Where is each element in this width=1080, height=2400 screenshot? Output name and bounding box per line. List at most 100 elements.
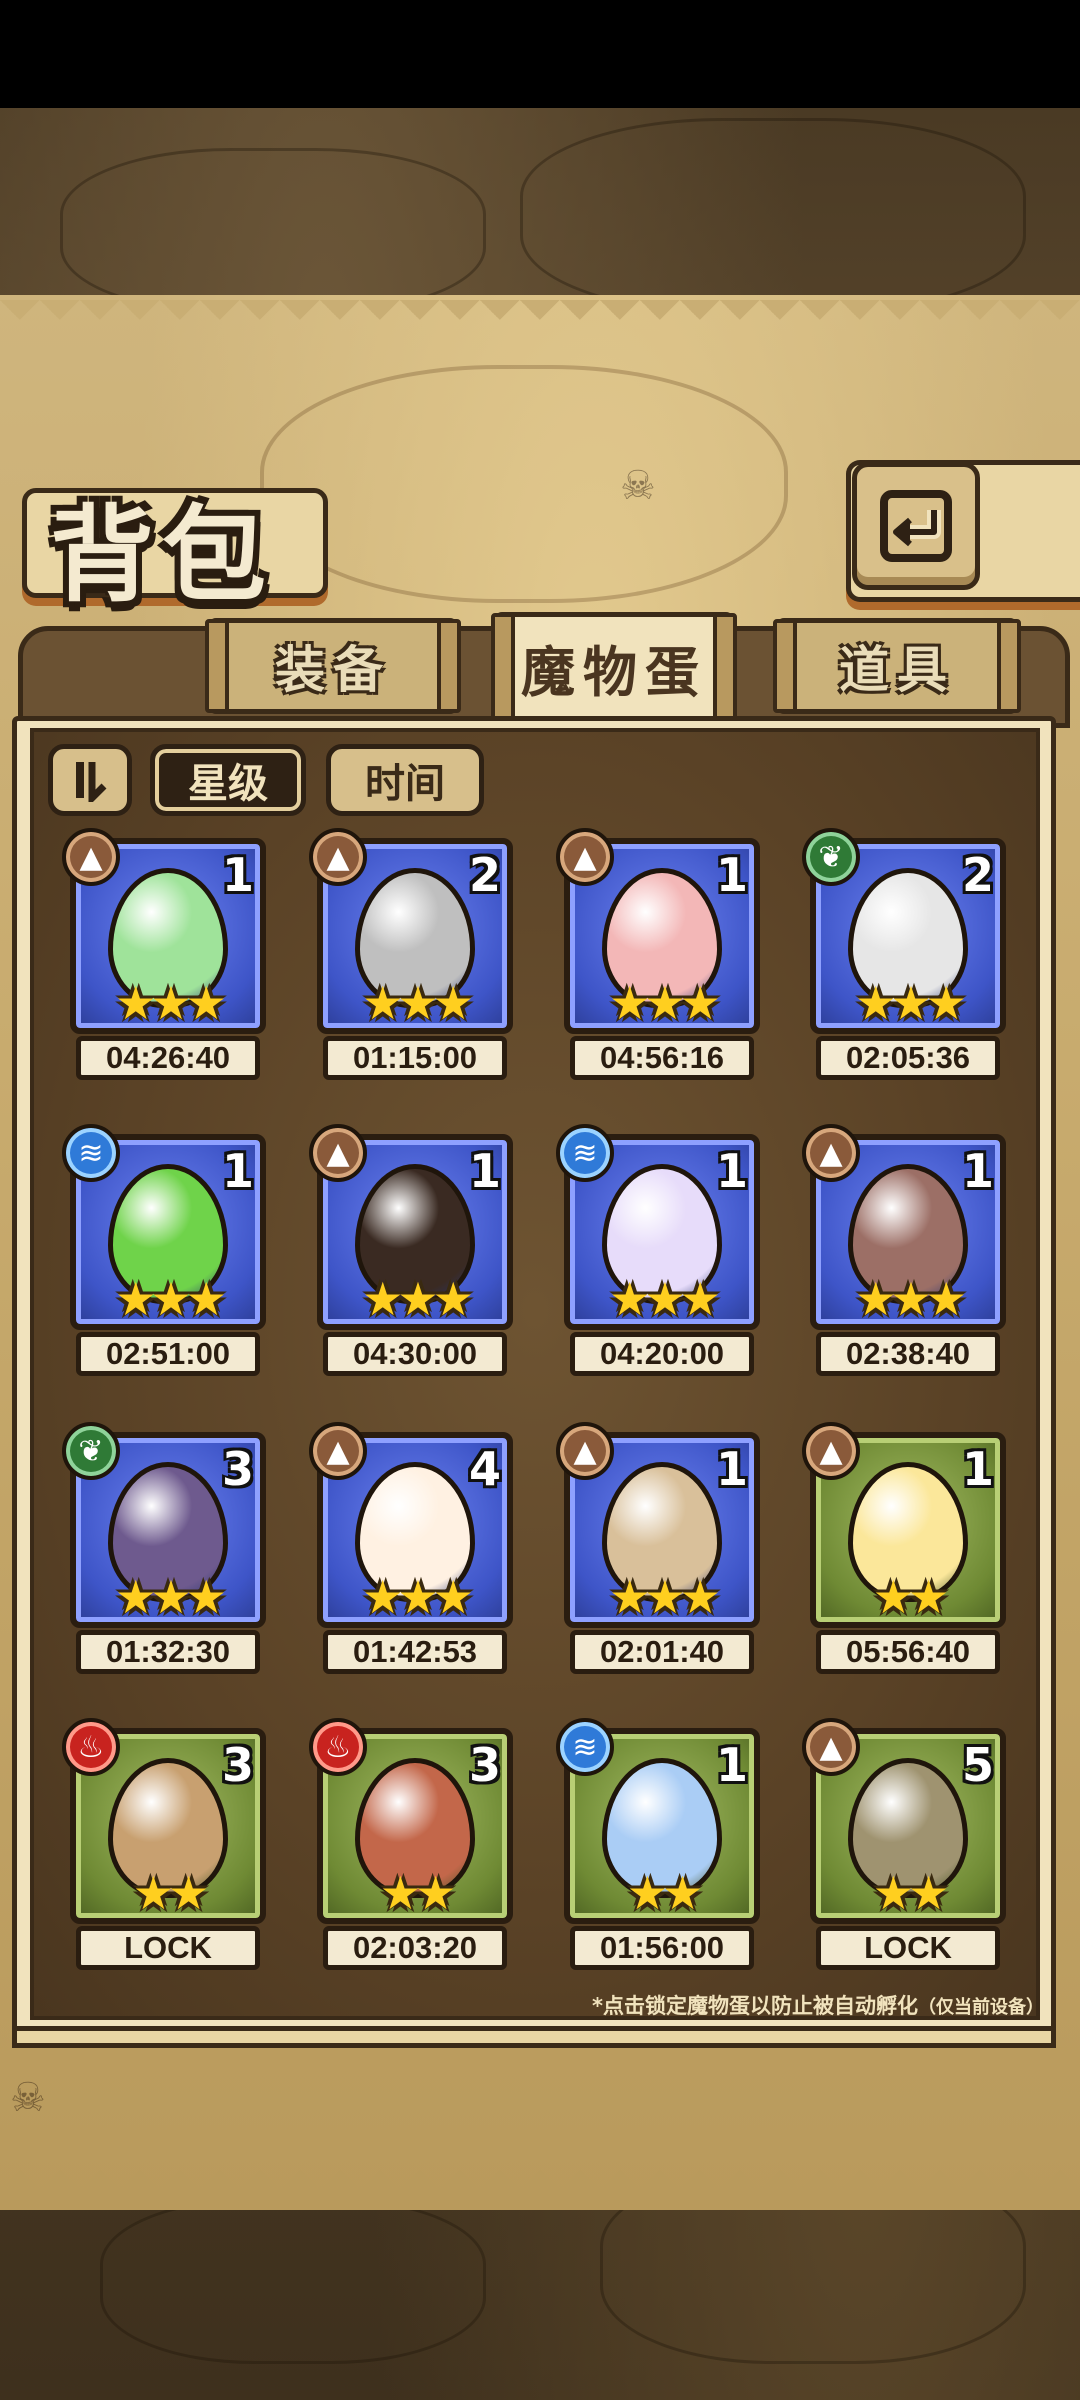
tab-label: 魔物蛋	[521, 640, 707, 704]
hatch-timer: 04:56:16	[570, 1036, 754, 1080]
egg-card[interactable]: ▲ 5 ★★ LOCK	[802, 1718, 1006, 1970]
star-icon: ★	[432, 1570, 474, 1624]
water-element-icon: ≋	[62, 1124, 120, 1182]
hatch-timer: 04:30:00	[323, 1332, 507, 1376]
hatch-timer: 02:05:36	[816, 1036, 1000, 1080]
egg-card[interactable]: ≋ 1 ★★★ 02:51:00	[62, 1124, 266, 1376]
earth-element-icon: ▲	[556, 1422, 614, 1480]
egg-card[interactable]: ▲ 1 ★★★ 04:56:16	[556, 828, 760, 1080]
star-rating: ★★★	[317, 1570, 513, 1624]
panel-top-edge	[0, 300, 1080, 336]
star-rating: ★★	[564, 1866, 760, 1920]
hatch-timer: 02:01:40	[570, 1630, 754, 1674]
egg-count: 1	[221, 848, 254, 902]
earth-element-icon: ▲	[309, 1422, 367, 1480]
egg-card[interactable]: ▲ 1 ★★★ 04:26:40	[62, 828, 266, 1080]
egg-card[interactable]: ♨ 3 ★★ LOCK	[62, 1718, 266, 1970]
egg-count: 3	[221, 1738, 254, 1792]
water-element-icon: ≋	[556, 1124, 614, 1182]
star-icon: ★	[150, 976, 191, 1030]
back-button[interactable]	[852, 462, 980, 590]
egg-count: 1	[715, 848, 748, 902]
earth-element-icon: ▲	[556, 828, 614, 886]
hatch-timer: 01:56:00	[570, 1926, 754, 1970]
star-rating: ★★★	[70, 1570, 266, 1624]
star-icon: ★	[362, 1272, 403, 1326]
earth-element-icon: ▲	[62, 828, 120, 886]
star-rating: ★★★	[70, 976, 266, 1030]
egg-card[interactable]: ≋ 1 ★★ 01:56:00	[556, 1718, 760, 1970]
star-rating: ★★★	[564, 1570, 760, 1624]
star-icon: ★	[679, 976, 721, 1030]
earth-element-icon: ▲	[802, 1422, 860, 1480]
star-rating: ★★★	[810, 976, 1006, 1030]
star-icon: ★	[890, 1272, 931, 1326]
egg-card[interactable]: ▲ 4 ★★★ 01:42:53	[309, 1422, 513, 1674]
hatch-timer: LOCK	[816, 1926, 1000, 1970]
earth-element-icon: ▲	[802, 1124, 860, 1182]
star-icon: ★	[185, 1570, 227, 1624]
egg-count: 1	[715, 1738, 748, 1792]
sort-order-icon	[76, 762, 107, 802]
hatch-timer: 04:26:40	[76, 1036, 260, 1080]
hatch-timer: 01:32:30	[76, 1630, 260, 1674]
star-icon: ★	[609, 976, 650, 1030]
star-icon: ★	[115, 1272, 156, 1326]
inventory-frame-bottom	[12, 2026, 1056, 2048]
star-rating: ★★★	[564, 1272, 760, 1326]
hatch-timer: 02:03:20	[323, 1926, 507, 1970]
skull-decoration-icon: ☠	[620, 463, 656, 509]
star-rating: ★★★	[564, 976, 760, 1030]
egg-card[interactable]: ▲ 1 ★★★ 02:38:40	[802, 1124, 1006, 1376]
star-rating: ★★★	[810, 1272, 1006, 1326]
star-icon: ★	[908, 1866, 949, 1920]
egg-card[interactable]: ❦ 3 ★★★ 01:32:30	[62, 1422, 266, 1674]
egg-card[interactable]: ▲ 2 ★★★ 01:15:00	[309, 828, 513, 1080]
star-icon: ★	[379, 1866, 421, 1920]
water-element-icon: ≋	[556, 1718, 614, 1776]
star-icon: ★	[679, 1570, 721, 1624]
egg-count: 1	[221, 1144, 254, 1198]
star-icon: ★	[872, 1570, 914, 1624]
sort-by-star-button[interactable]: 星级	[150, 744, 306, 816]
egg-count: 1	[961, 1442, 994, 1496]
plant-element-icon: ❦	[802, 828, 860, 886]
star-rating: ★★	[810, 1570, 1006, 1624]
hatch-timer: LOCK	[76, 1926, 260, 1970]
hatch-timer: 02:51:00	[76, 1332, 260, 1376]
egg-count: 2	[961, 848, 994, 902]
hatch-timer: 05:56:40	[816, 1630, 1000, 1674]
egg-card[interactable]: ❦ 2 ★★★ 02:05:36	[802, 828, 1006, 1080]
egg-card[interactable]: ≋ 1 ★★★ 04:20:00	[556, 1124, 760, 1376]
tab-equipment[interactable]: 装备	[205, 618, 461, 714]
hatch-timer: 04:20:00	[570, 1332, 754, 1376]
star-icon: ★	[432, 1272, 474, 1326]
egg-count: 1	[468, 1144, 501, 1198]
star-rating: ★★	[317, 1866, 513, 1920]
star-icon: ★	[115, 1570, 156, 1624]
return-arrow-icon	[880, 490, 952, 562]
egg-count: 1	[715, 1442, 748, 1496]
egg-count: 3	[468, 1738, 501, 1792]
tab-items[interactable]: 道具	[773, 618, 1021, 714]
egg-card[interactable]: ♨ 3 ★★ 02:03:20	[309, 1718, 513, 1970]
sort-order-toggle[interactable]	[48, 744, 132, 816]
egg-card[interactable]: ▲ 1 ★★★ 02:01:40	[556, 1422, 760, 1674]
egg-card[interactable]: ▲ 1 ★★ 05:56:40	[802, 1422, 1006, 1674]
egg-count: 1	[961, 1144, 994, 1198]
egg-card[interactable]: ▲ 1 ★★★ 04:30:00	[309, 1124, 513, 1376]
star-icon: ★	[679, 1272, 721, 1326]
earth-element-icon: ▲	[309, 1124, 367, 1182]
earth-element-icon: ▲	[802, 1718, 860, 1776]
sort-by-time-button[interactable]: 时间	[326, 744, 484, 816]
star-icon: ★	[855, 976, 896, 1030]
star-icon: ★	[397, 1570, 438, 1624]
tab-monster-eggs[interactable]: 魔物蛋	[491, 612, 737, 722]
panel-bottom-edge	[0, 2150, 1080, 2186]
star-icon: ★	[609, 1272, 650, 1326]
star-icon: ★	[644, 1272, 685, 1326]
star-icon: ★	[855, 1272, 896, 1326]
earth-element-icon: ▲	[309, 828, 367, 886]
fire-element-icon: ♨	[309, 1718, 367, 1776]
hatch-timer: 02:38:40	[816, 1332, 1000, 1376]
